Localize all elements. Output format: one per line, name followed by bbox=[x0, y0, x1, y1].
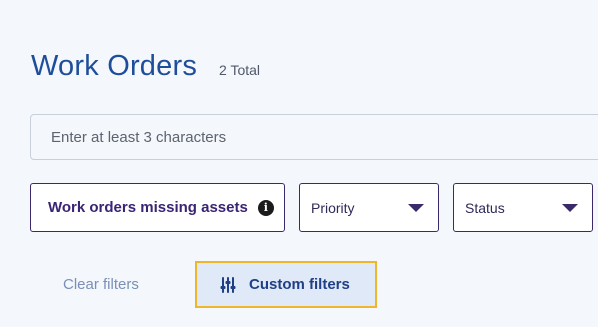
custom-filters-label: Custom filters bbox=[249, 276, 350, 293]
total-count: 2 Total bbox=[219, 62, 261, 78]
search-input[interactable] bbox=[30, 114, 598, 160]
page-title: Work Orders bbox=[31, 50, 198, 82]
info-icon[interactable]: i bbox=[257, 199, 274, 216]
chevron-down-icon bbox=[408, 203, 424, 212]
sliders-icon bbox=[220, 276, 236, 293]
status-select[interactable]: Status bbox=[453, 183, 593, 232]
page-header: Work Orders 2 Total bbox=[31, 50, 260, 83]
priority-select[interactable]: Priority bbox=[299, 183, 439, 232]
custom-filters-button[interactable]: Custom filters bbox=[195, 261, 377, 308]
missing-assets-filter-button[interactable]: Work orders missing assets i bbox=[30, 183, 285, 232]
missing-assets-label: Work orders missing assets bbox=[48, 199, 248, 216]
priority-label: Priority bbox=[311, 199, 355, 216]
clear-filters-button[interactable]: Clear filters bbox=[63, 276, 139, 293]
status-label: Status bbox=[465, 199, 505, 216]
chevron-down-icon bbox=[562, 203, 578, 212]
